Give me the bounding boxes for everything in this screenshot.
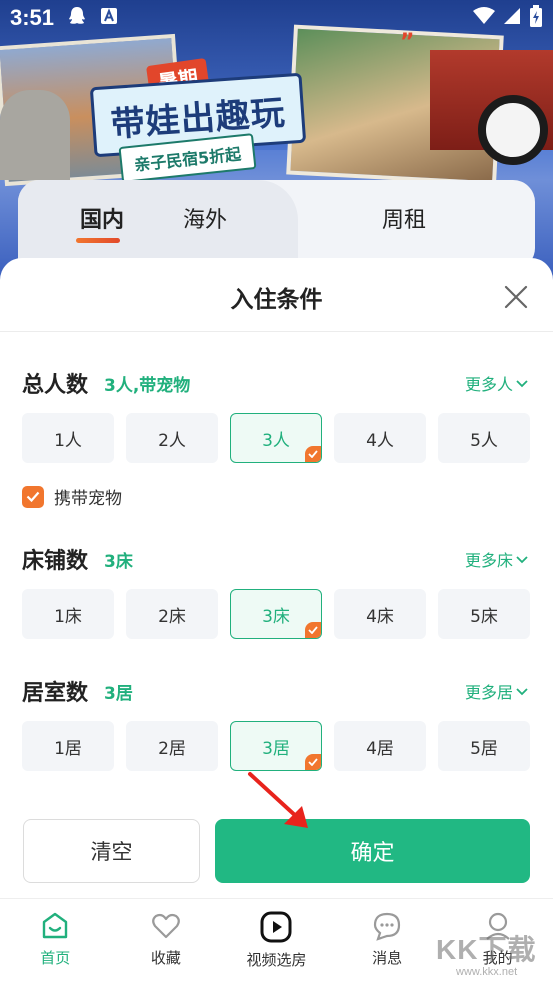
option-label: 1床 [54, 606, 82, 627]
status-bar: 3:51 [0, 0, 553, 36]
chevron-down-icon [516, 380, 528, 388]
checkmark-icon [26, 491, 40, 502]
chevron-down-icon [516, 688, 528, 696]
guests-summary: 3人,带宠物 [104, 376, 191, 396]
bed-option-2[interactable]: 2床 [126, 589, 218, 639]
beds-options: 1床 2床 3床 4床 5床 [22, 589, 532, 639]
nav-favorites[interactable]: 收藏 [111, 899, 222, 984]
option-label: 3人 [262, 430, 290, 451]
tab-overseas[interactable]: 海外 [183, 202, 227, 234]
signal-icon [503, 7, 521, 30]
tab-domestic[interactable]: 国内 [80, 202, 124, 234]
rooms-summary: 3居 [104, 684, 133, 704]
clear-button-label: 清空 [90, 840, 133, 864]
room-option-5[interactable]: 5居 [438, 721, 530, 771]
bed-option-1[interactable]: 1床 [22, 589, 114, 639]
tab-weekly-rent[interactable]: 周租 [382, 202, 426, 234]
option-label: 2居 [158, 738, 186, 759]
more-guests-link[interactable]: 更多人 [465, 371, 529, 395]
more-rooms-label: 更多居 [464, 683, 513, 702]
nav-messages[interactable]: 消息 [332, 899, 443, 984]
nav-label: 首页 [40, 949, 71, 967]
option-label: 3居 [262, 738, 290, 759]
room-option-2[interactable]: 2居 [126, 721, 218, 771]
sheet-title: 入住条件 [230, 287, 323, 313]
option-label: 5人 [470, 430, 498, 451]
message-icon [373, 912, 401, 941]
bed-option-3[interactable]: 3床 [230, 589, 322, 639]
option-label: 2人 [158, 430, 186, 451]
more-beds-label: 更多床 [464, 551, 513, 570]
beds-section-title: 床铺数 [22, 549, 89, 574]
nav-home[interactable]: 首页 [0, 899, 111, 984]
room-option-4[interactable]: 4居 [334, 721, 426, 771]
option-label: 4床 [366, 606, 394, 627]
option-label: 1人 [54, 430, 82, 451]
selected-check-icon [305, 754, 321, 770]
guest-option-5[interactable]: 5人 [438, 413, 530, 463]
nav-label: 收藏 [150, 949, 181, 967]
option-label: 4居 [366, 738, 394, 759]
app-notification-icon [100, 7, 118, 30]
chevron-down-icon [516, 556, 528, 564]
nav-label: 视频选房 [246, 951, 307, 969]
sheet-divider [0, 331, 553, 332]
category-tabs: 国内 海外 周租 [18, 180, 535, 270]
option-label: 5床 [470, 606, 498, 627]
heart-icon [152, 913, 180, 939]
status-right-icons [473, 4, 543, 32]
option-label: 2床 [158, 606, 186, 627]
option-label: 3床 [262, 606, 290, 627]
guest-option-3[interactable]: 3人 [230, 413, 322, 463]
home-icon [43, 912, 68, 939]
option-label: 4人 [366, 430, 394, 451]
guest-option-4[interactable]: 4人 [334, 413, 426, 463]
more-beds-link[interactable]: 更多床 [465, 547, 529, 571]
close-icon [504, 285, 528, 309]
pet-checkbox-row[interactable]: 携带宠物 [22, 484, 122, 509]
room-option-1[interactable]: 1居 [22, 721, 114, 771]
watermark-logo: KK下载 [436, 934, 537, 965]
option-label: 1居 [54, 738, 82, 759]
room-option-3[interactable]: 3居 [230, 721, 322, 771]
pet-checkbox[interactable] [22, 485, 44, 508]
wifi-icon [473, 6, 495, 30]
pet-label: 携带宠物 [54, 489, 122, 509]
banner-title: 带娃出趣玩 [109, 92, 287, 145]
pointer-arrow-icon [248, 772, 308, 828]
guests-options: 1人 2人 3人 4人 5人 [22, 413, 532, 463]
nav-video[interactable]: 视频选房 [221, 899, 332, 984]
more-rooms-link[interactable]: 更多居 [465, 679, 529, 703]
video-icon [260, 911, 292, 943]
more-guests-label: 更多人 [464, 375, 513, 394]
banner-panda-image [478, 95, 548, 165]
status-time: 3:51 [10, 5, 55, 30]
active-tab-indicator [76, 238, 120, 243]
confirm-button-label: 确定 [350, 841, 395, 866]
selected-check-icon [305, 446, 321, 462]
guest-option-1[interactable]: 1人 [22, 413, 114, 463]
option-label: 5居 [470, 738, 498, 759]
bed-option-4[interactable]: 4床 [334, 589, 426, 639]
bed-option-5[interactable]: 5床 [438, 589, 530, 639]
banner-statue-image [0, 90, 70, 180]
clear-button[interactable]: 清空 [23, 819, 200, 883]
watermark-url: www.kkx.net [456, 966, 518, 978]
guests-section-title: 总人数 [22, 373, 89, 398]
guest-option-2[interactable]: 2人 [126, 413, 218, 463]
rooms-options: 1居 2居 3居 4居 5居 [22, 721, 532, 771]
qq-notification-icon [68, 6, 86, 31]
nav-label: 消息 [372, 949, 403, 967]
beds-summary: 3床 [104, 552, 133, 572]
battery-icon [529, 4, 543, 32]
active-tab-background [18, 180, 298, 270]
rooms-section-title: 居室数 [22, 681, 89, 706]
close-button[interactable] [501, 282, 531, 312]
selected-check-icon [305, 622, 321, 638]
